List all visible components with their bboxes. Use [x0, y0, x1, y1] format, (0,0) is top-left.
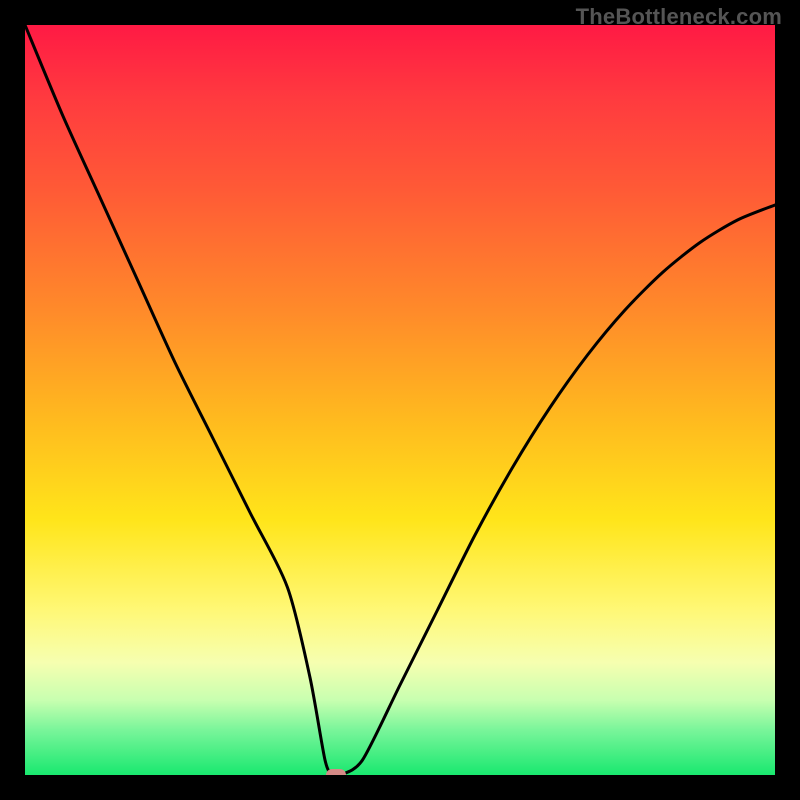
curve-svg [25, 25, 775, 775]
optimal-point-marker [326, 769, 346, 775]
chart-container: TheBottleneck.com [0, 0, 800, 800]
bottleneck-curve [25, 25, 775, 775]
plot-area [25, 25, 775, 775]
watermark-text: TheBottleneck.com [576, 4, 782, 30]
